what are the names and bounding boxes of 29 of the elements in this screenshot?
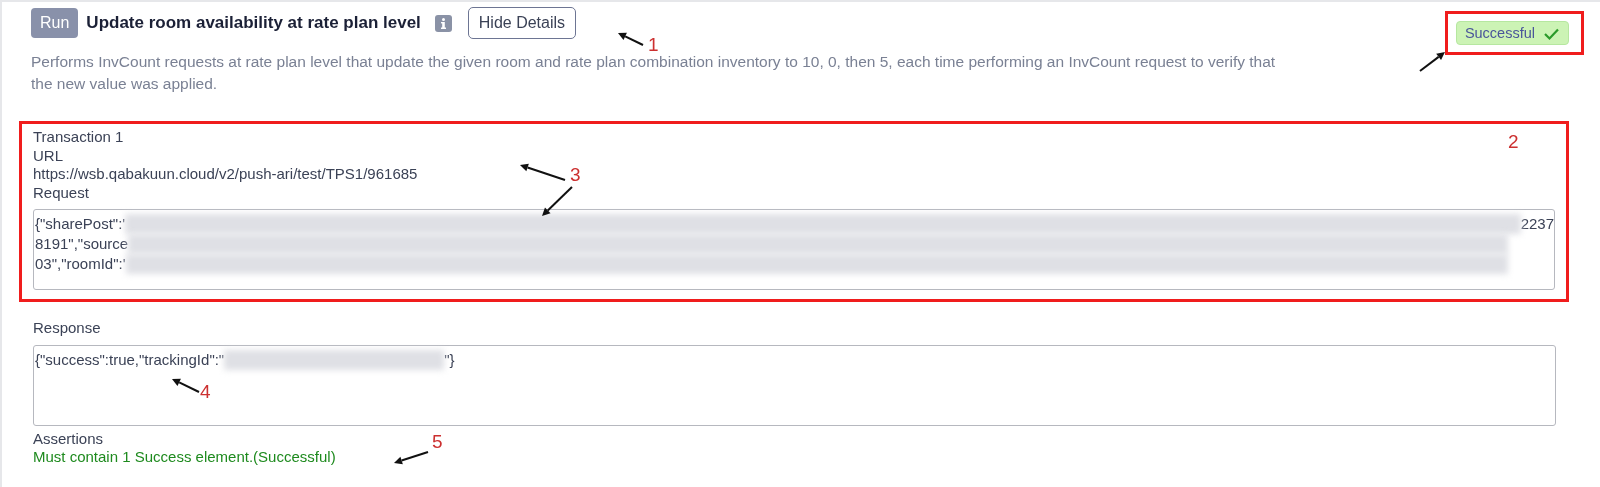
arrow <box>520 163 566 181</box>
code-text: {"success":true,"trackingId":" <box>35 349 225 370</box>
callout-number: 3 <box>570 165 581 185</box>
field-label: URL <box>33 146 63 165</box>
arrow <box>172 378 200 393</box>
test-description: Performs InvCount requests at rate plan level that update the given room and rate plan combination inventory to 10, 0, then 5, each time performing an InvCount request to verify that the new value was applied. <box>31 52 1277 94</box>
status-label: Successful <box>1464 24 1535 43</box>
assertion-result: Must contain 1 Success element.(Successful) <box>33 448 336 467</box>
field-label: Request <box>33 183 89 202</box>
test-title: Update room availability at rate plan level <box>86 12 421 35</box>
code-text: "} <box>444 349 455 370</box>
arrow <box>394 451 429 465</box>
callout-number: 4 <box>200 382 211 402</box>
arrow <box>618 32 644 46</box>
code-text: {"sharePost":' <box>35 214 126 234</box>
code-text: 8191","source <box>35 234 129 254</box>
callout-number: 5 <box>432 432 443 452</box>
callout-number: 1 <box>648 35 659 55</box>
callout-number: 2 <box>1508 132 1519 152</box>
info-icon[interactable] <box>434 14 452 32</box>
field-label: Response <box>33 319 101 338</box>
code-text: 03","roomId":' <box>35 254 126 274</box>
arrow <box>1419 52 1445 72</box>
url-text: https://wsb.qabakuun.cloud/v2/push-ari/test/TPS1/961685 <box>33 165 418 184</box>
code-text: 2237 <box>1520 214 1554 234</box>
transaction-title: Transaction 1 <box>33 128 124 147</box>
hide-details-button[interactable]: Hide Details <box>467 7 577 39</box>
arrow <box>542 186 573 216</box>
field-label: Assertions <box>33 429 104 448</box>
